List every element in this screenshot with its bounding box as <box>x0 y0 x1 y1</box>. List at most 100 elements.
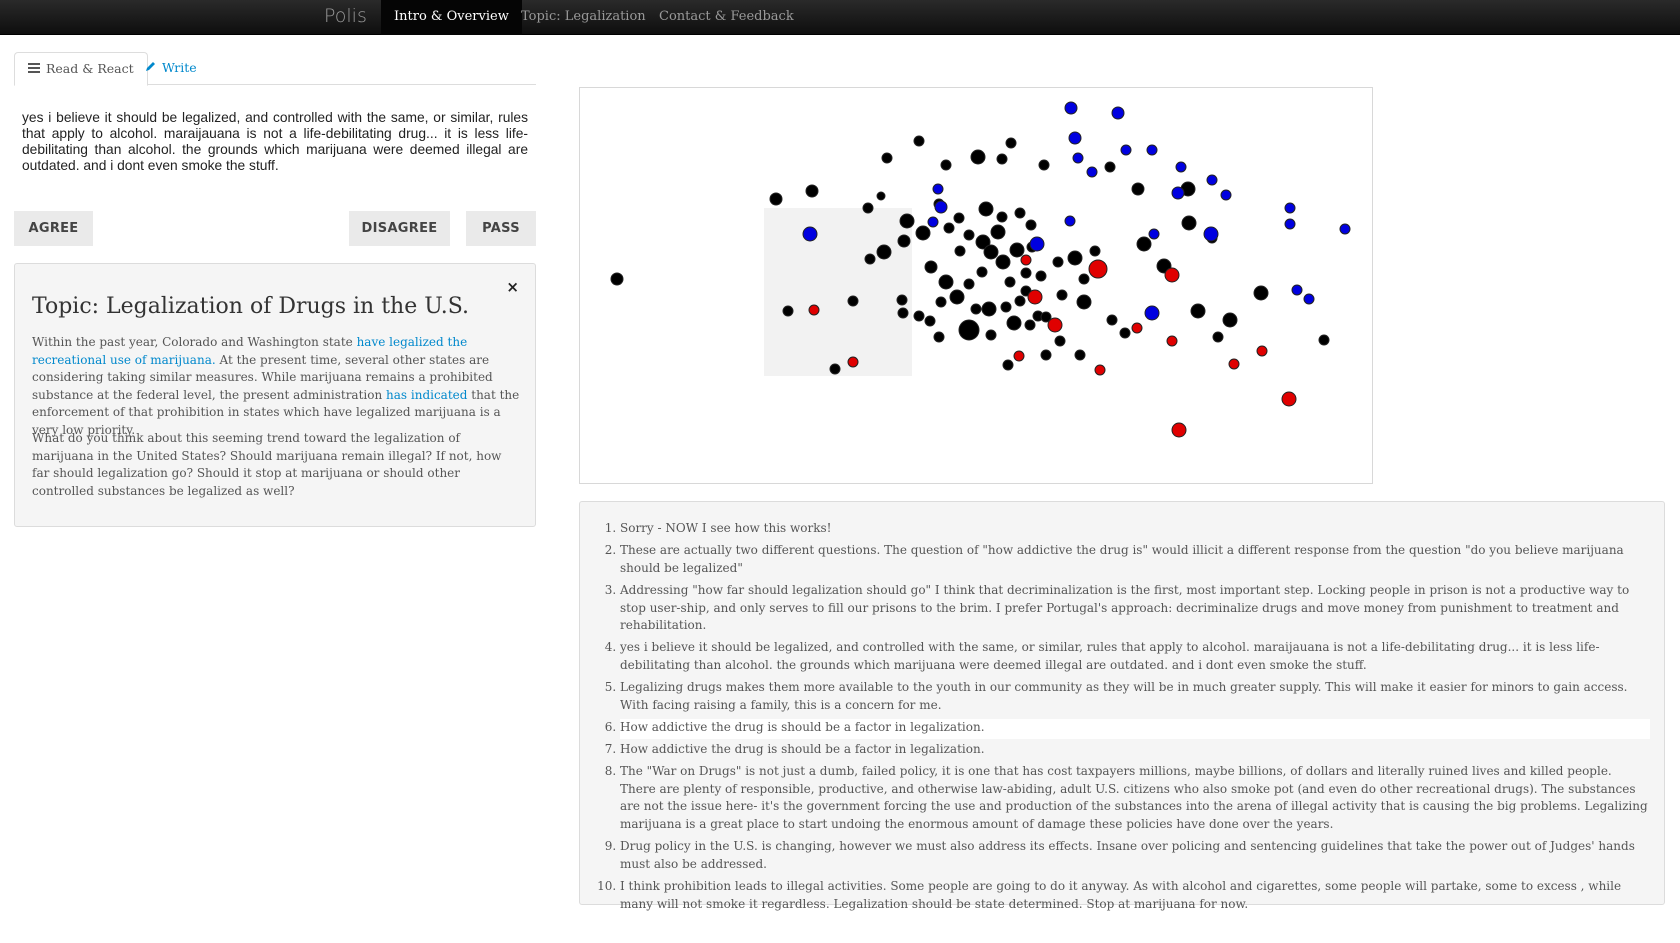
participant-dot[interactable] <box>1052 256 1064 268</box>
participant-dot[interactable] <box>1190 303 1206 319</box>
participant-dot[interactable] <box>943 222 955 234</box>
participant-dot[interactable] <box>985 329 997 341</box>
participant-dot[interactable] <box>1253 285 1269 301</box>
participant-dot[interactable] <box>940 159 952 171</box>
participant-dot[interactable] <box>1228 358 1240 370</box>
participant-dot[interactable] <box>1047 317 1063 333</box>
participant-dot[interactable] <box>1027 289 1043 305</box>
participant-dot[interactable] <box>1222 312 1238 328</box>
participant-dot[interactable] <box>1164 267 1180 283</box>
participant-dot[interactable] <box>1131 322 1143 334</box>
participant-dot[interactable] <box>1339 223 1351 235</box>
opinion-map-svg[interactable] <box>580 88 1405 483</box>
comment-list-item[interactable]: I think prohibition leads to illegal act… <box>620 878 1650 915</box>
participant-dot[interactable] <box>913 310 925 322</box>
participant-dot[interactable] <box>896 294 908 306</box>
participant-dot[interactable] <box>897 234 911 248</box>
participant-dot[interactable] <box>876 191 886 201</box>
close-icon[interactable]: × <box>506 278 519 296</box>
participant-dot[interactable] <box>1148 228 1160 240</box>
participant-dot[interactable] <box>1171 186 1185 200</box>
participant-dot[interactable] <box>1212 331 1224 343</box>
tab-read-react[interactable]: Read & React <box>14 52 148 86</box>
participant-dot[interactable] <box>808 304 820 316</box>
participant-dot[interactable] <box>924 260 938 274</box>
participant-dot[interactable] <box>933 331 945 343</box>
participant-dot[interactable] <box>996 211 1008 223</box>
participant-dot[interactable] <box>1086 166 1098 178</box>
participant-dot[interactable] <box>1089 245 1101 257</box>
participant-dot[interactable] <box>1064 101 1078 115</box>
participant-dot[interactable] <box>949 289 965 305</box>
participant-dot[interactable] <box>935 296 947 308</box>
participant-dot[interactable] <box>1318 334 1330 346</box>
participant-dot[interactable] <box>1002 359 1014 371</box>
participant-dot[interactable] <box>1013 350 1025 362</box>
participant-dot[interactable] <box>1284 218 1296 230</box>
participant-dot[interactable] <box>876 244 892 260</box>
comment-list-item[interactable]: How addictive the drug is should be a fa… <box>620 741 1650 761</box>
participant-dot[interactable] <box>932 183 944 195</box>
comment-list-item[interactable]: These are actually two different questio… <box>620 542 1650 579</box>
participant-dot[interactable] <box>913 135 925 147</box>
participant-dot[interactable] <box>1106 314 1118 326</box>
participant-dot[interactable] <box>1020 254 1032 266</box>
pass-button[interactable]: PASS <box>466 211 536 246</box>
has-indicated-link[interactable]: has indicated <box>386 388 467 402</box>
participant-dot[interactable] <box>1136 236 1152 252</box>
participant-dot[interactable] <box>1035 270 1047 282</box>
participant-dot[interactable] <box>1025 219 1037 231</box>
participant-dot[interactable] <box>1281 391 1297 407</box>
participant-dot[interactable] <box>1056 289 1068 301</box>
participant-dot[interactable] <box>864 253 876 265</box>
participant-dot[interactable] <box>1029 236 1045 252</box>
participant-dot[interactable] <box>1146 144 1158 156</box>
participant-dot[interactable] <box>1166 335 1178 347</box>
participant-dot[interactable] <box>1076 294 1092 310</box>
participant-dot[interactable] <box>1284 202 1296 214</box>
participant-dot[interactable] <box>802 226 818 242</box>
participant-dot[interactable] <box>1144 305 1160 321</box>
participant-dot[interactable] <box>1181 215 1197 231</box>
participant-dot[interactable] <box>954 245 966 257</box>
participant-dot[interactable] <box>1024 319 1036 331</box>
participant-dot[interactable] <box>1064 215 1076 227</box>
participant-dot[interactable] <box>1038 159 1050 171</box>
participant-dot[interactable] <box>958 319 980 341</box>
participant-dot[interactable] <box>1203 226 1219 242</box>
participant-dot[interactable] <box>996 153 1008 165</box>
participant-dot[interactable] <box>829 363 841 375</box>
participant-dot[interactable] <box>1074 349 1086 361</box>
participant-dot[interactable] <box>899 213 915 229</box>
participant-dot[interactable] <box>847 295 859 307</box>
participant-dot[interactable] <box>1014 295 1026 307</box>
participant-dot[interactable] <box>862 202 874 214</box>
participant-dot[interactable] <box>1078 273 1090 285</box>
agree-button[interactable]: AGREE <box>14 211 93 246</box>
participant-dot[interactable] <box>1020 267 1032 279</box>
participant-dot[interactable] <box>981 301 997 317</box>
participant-dot[interactable] <box>1119 327 1131 339</box>
selection-region[interactable] <box>764 208 912 376</box>
participant-dot[interactable] <box>970 149 986 165</box>
participant-dot[interactable] <box>1131 182 1145 196</box>
participant-dot[interactable] <box>963 229 975 241</box>
participant-dot[interactable] <box>1072 152 1084 164</box>
participant-dot[interactable] <box>1111 106 1125 120</box>
comment-list-item[interactable]: Sorry - NOW I see how this works! <box>620 520 1650 540</box>
opinion-map[interactable] <box>579 87 1405 484</box>
participant-dot[interactable] <box>1171 422 1187 438</box>
participant-dot[interactable] <box>1004 276 1016 288</box>
participant-dot[interactable] <box>1054 335 1066 347</box>
nav-topic-legalization[interactable]: Topic: Legalization <box>508 0 659 35</box>
participant-dot[interactable] <box>995 254 1011 270</box>
participant-dot[interactable] <box>1206 174 1218 186</box>
participant-dot[interactable] <box>1040 349 1052 361</box>
comment-list-item[interactable]: The "War on Drugs" is not just a dumb, f… <box>620 763 1650 835</box>
participant-dot[interactable] <box>847 356 859 368</box>
comment-list-item[interactable]: Drug policy in the U.S. is changing, how… <box>620 838 1650 875</box>
participant-dot[interactable] <box>1014 207 1026 219</box>
participant-dot[interactable] <box>1120 144 1132 156</box>
participant-dot[interactable] <box>1088 259 1108 279</box>
comment-list-item[interactable]: Legalizing drugs makes them more availab… <box>620 679 1650 716</box>
